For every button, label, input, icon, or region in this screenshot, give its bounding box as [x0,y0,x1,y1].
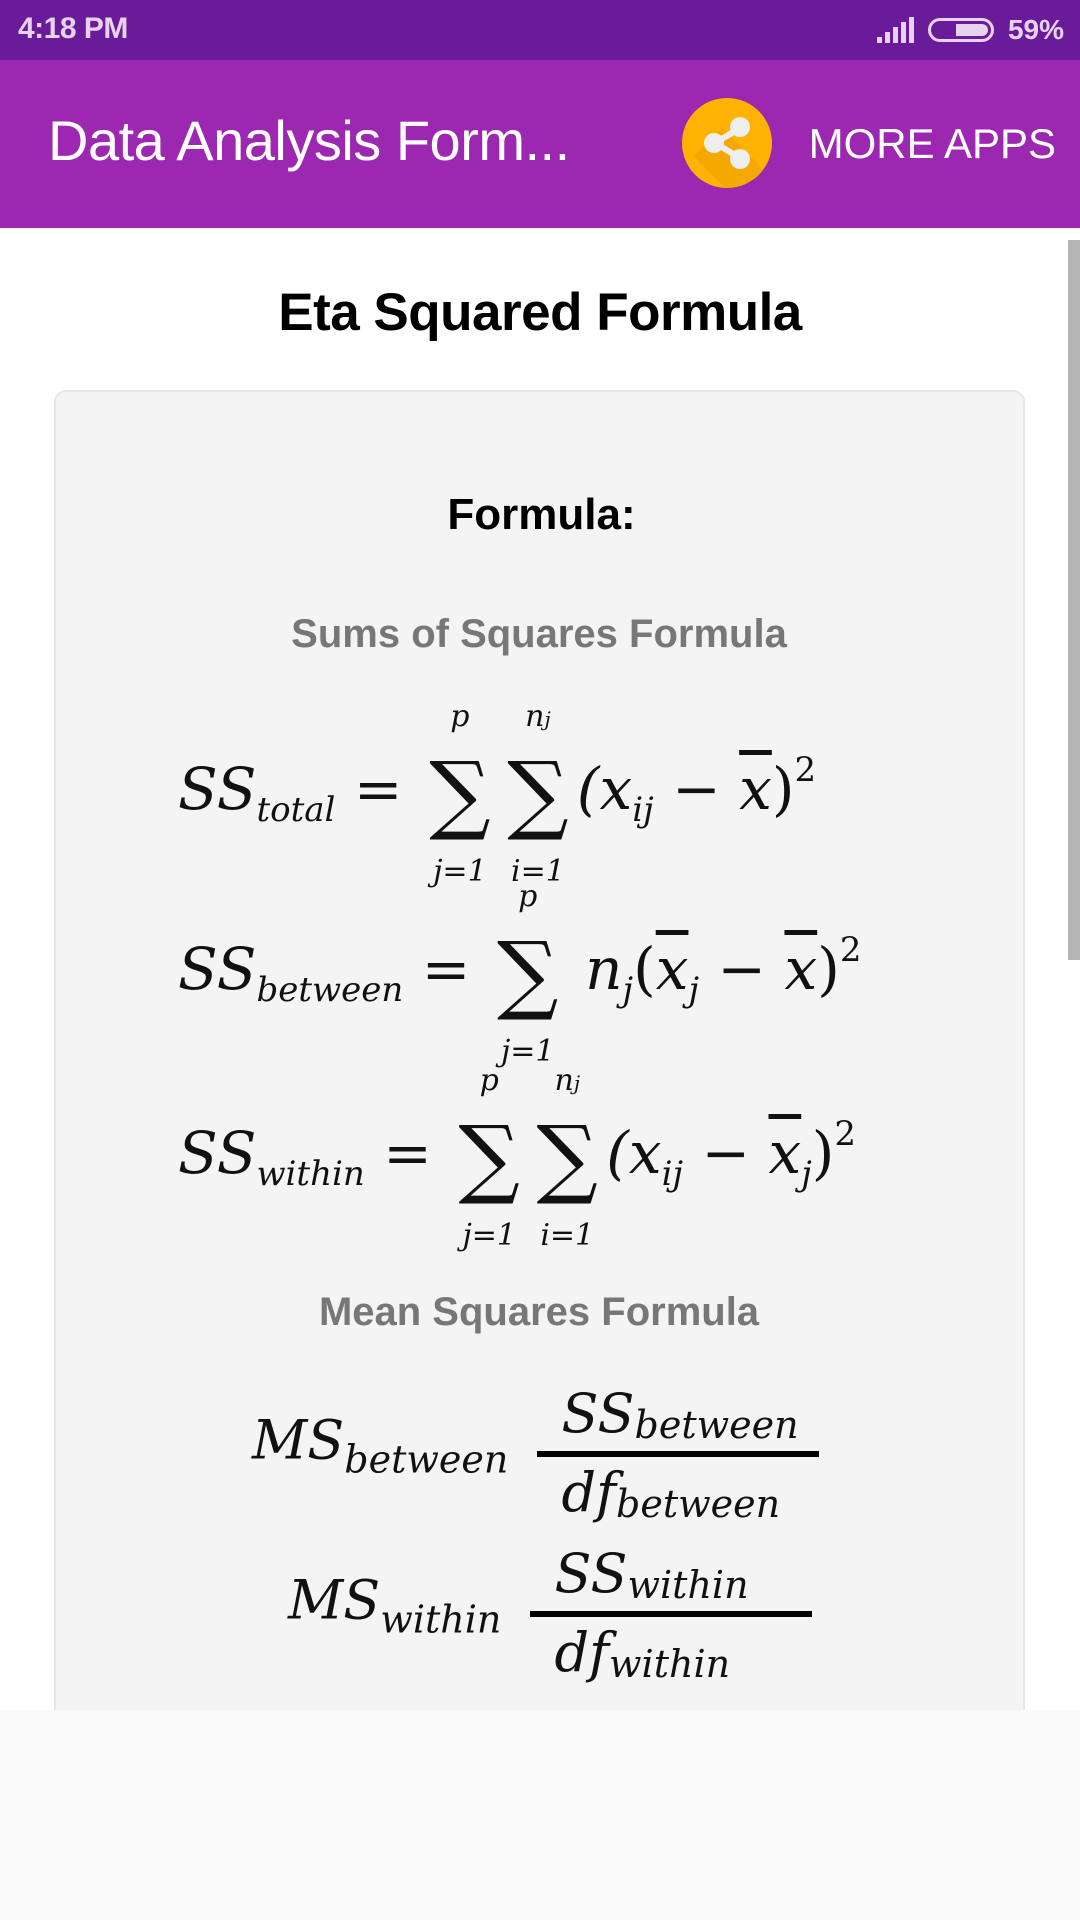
sum-lower: j=1 [433,853,487,889]
formula-ms-within: MSwithin SSwithin dfwithin [288,1542,813,1686]
sum-lower: i=1 [540,1217,595,1253]
share-icon [704,117,750,169]
numerator-subscript: between [634,1403,799,1447]
lhs: SS [178,935,257,1003]
sum-upper: p [479,1062,499,1098]
minus-sign: − [653,755,740,823]
status-icons: 59% [876,12,1064,48]
bottom-blank-area [0,1710,1080,1920]
sigma-symbol: ∑ [458,1107,520,1208]
denominator-subscript: within [609,1642,731,1686]
formula-ms-between: MSbetween SSbetween dfbetween [252,1382,823,1526]
close-paren: ) [817,935,840,1003]
more-apps-button[interactable]: MORE APPS [809,120,1056,168]
share-button[interactable] [682,98,772,188]
term: (x [576,755,633,823]
lhs: SS [178,755,257,823]
app-bar: Data Analysis Form... MORE APPS [0,60,1080,228]
lhs-subscript: between [344,1437,509,1482]
section-title-mean-squares: Mean Squares Formula [318,1290,760,1334]
section-title-sums-of-squares: Sums of Squares Formula [291,612,787,656]
scrollbar[interactable] [1068,240,1080,960]
minus-sign: − [698,935,785,1003]
exponent: 2 [839,930,862,970]
signal-bars-icon [876,17,914,43]
denominator: dfwithin [530,1621,754,1686]
formula-heading: Formula: [447,490,636,539]
x-bar: x [784,935,818,1003]
sigma-symbol: ∑ [507,743,569,844]
sum-upper-subscript: j [544,706,551,731]
x-bar-j: x [768,1119,802,1187]
close-paren: ) [771,755,795,823]
denominator-symbol: df [561,1461,617,1524]
minus-sign: − [683,1119,769,1187]
sum-upper: p [450,698,470,734]
x-bar-j: x [655,935,689,1003]
close-paren: ) [811,1119,835,1187]
equals-sign: = [383,1119,432,1187]
content-webview[interactable]: Eta Squared Formula Formula: Sums of Squ… [0,228,1080,1710]
app-title: Data Analysis Form... [48,109,570,172]
coefficient: n [585,935,623,1003]
sigma-symbol: ∑ [536,1107,598,1208]
equals-sign: = [353,755,403,823]
summation: nj ∑ i=1 [499,699,577,889]
fraction: SSbetween dfbetween [537,1382,822,1526]
summation: p ∑ j=1 [489,879,567,1069]
term-subscript: ij [632,790,654,830]
fraction-bar [537,1451,820,1457]
exponent: 2 [794,750,817,790]
denominator-symbol: df [554,1621,610,1684]
summation: nj ∑ i=1 [528,1063,606,1253]
formula-ss-within: SSwithin = p ∑ j=1 nj ∑ i=1 (xij − xj)2 [178,1063,857,1253]
fraction-bar [530,1611,813,1617]
sum-upper: p [518,878,538,914]
exponent: 2 [834,1114,857,1154]
battery-icon [927,18,994,42]
page-title: Eta Squared Formula [278,283,802,342]
battery-percent: 59% [1007,14,1064,45]
term: (x [606,1119,662,1187]
lhs-subscript: within [380,1597,502,1642]
formula-card: Formula: Sums of Squares Formula SStotal… [54,390,1025,1710]
sigma-symbol: ∑ [497,923,559,1024]
numerator-symbol: SS [561,1382,635,1445]
numerator: SSwithin [530,1542,772,1607]
equals-sign: = [421,935,471,1003]
summation: p ∑ j=1 [450,1063,528,1253]
x-bar: x [739,755,772,823]
lhs-subscript: between [256,970,404,1010]
sum-upper-subscript: j [573,1070,581,1095]
lhs-subscript: within [256,1154,365,1194]
lhs: SS [178,1119,257,1187]
open-paren: ( [633,935,656,1003]
sum-upper: n [525,698,545,734]
status-bar: 4:18 PM 59% [0,0,1080,60]
numerator-symbol: SS [554,1542,628,1605]
battery-fill [955,24,988,36]
x-bar-subscript: j [688,970,699,1010]
lhs-subscript: total [256,790,336,830]
sum-lower: j=1 [462,1217,517,1253]
sum-upper: n [554,1062,574,1098]
summation: p ∑ j=1 [421,699,499,889]
status-time: 4:18 PM [18,12,128,45]
term-subscript: ij [661,1154,684,1194]
sigma-symbol: ∑ [429,743,491,844]
lhs: MS [252,1408,345,1472]
fraction: SSwithin dfwithin [530,1542,813,1686]
x-bar-subscript: j [801,1154,812,1194]
formula-ss-between: SSbetween = p ∑ j=1 nj(xj − x)2 [178,879,862,1069]
coefficient-subscript: j [622,970,634,1010]
denominator-subscript: between [616,1482,781,1526]
numerator-subscript: within [627,1563,749,1607]
formula-ss-total: SStotal = p ∑ j=1 nj ∑ i=1 (xij − x)2 [178,699,817,889]
numerator: SSbetween [537,1382,822,1447]
lhs: MS [288,1568,381,1632]
denominator: dfbetween [537,1461,804,1526]
